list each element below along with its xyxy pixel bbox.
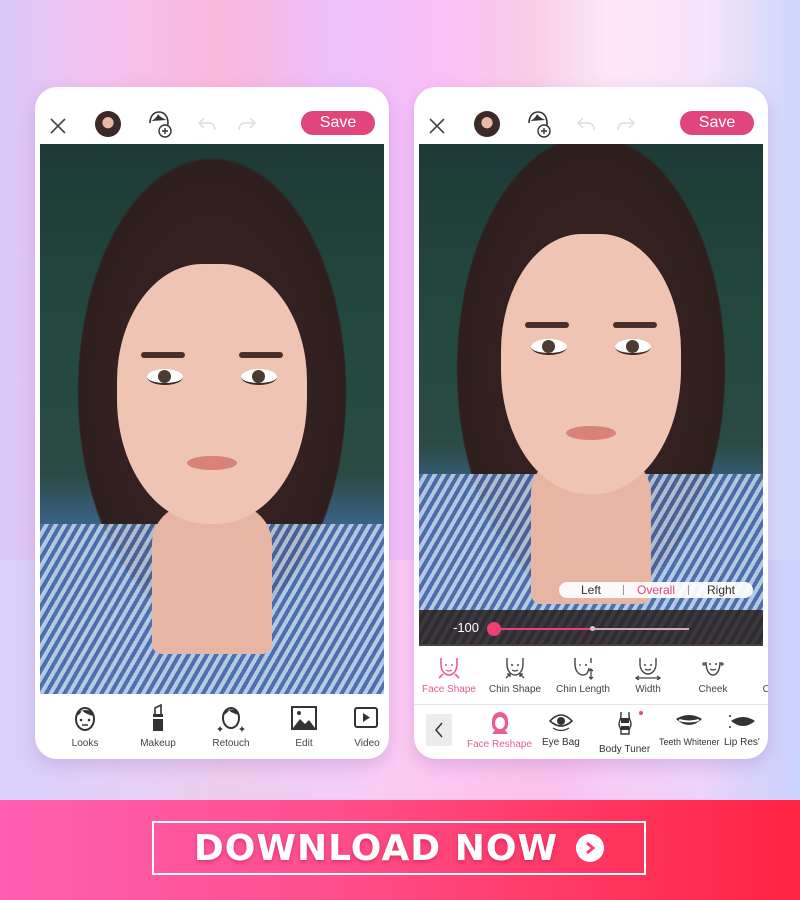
left-eye bbox=[147, 369, 183, 385]
width-icon bbox=[634, 658, 662, 680]
chin-icon bbox=[756, 656, 768, 680]
slider-value: -100 bbox=[453, 620, 480, 635]
redo-icon[interactable] bbox=[235, 113, 259, 135]
intensity-slider-bar: -100 bbox=[419, 610, 763, 646]
cheek-icon bbox=[702, 661, 724, 676]
tool-face-reshape[interactable]: Face Reshape bbox=[467, 711, 532, 750]
side-selector: Left Overall Right bbox=[559, 582, 753, 598]
undo-icon[interactable] bbox=[574, 113, 598, 135]
tool-label: Body Tuner bbox=[599, 744, 651, 755]
lip-reshape-icon bbox=[728, 715, 755, 728]
right-eye bbox=[241, 369, 277, 385]
phone-after: Save Left Overall Right -100 Face Shape bbox=[414, 87, 768, 759]
top-bar: Save bbox=[35, 87, 389, 145]
tool-retouch[interactable]: Retouch bbox=[199, 704, 263, 749]
body-tuner-icon-wrap bbox=[613, 711, 643, 740]
subtool-label: Chin Length bbox=[556, 684, 610, 695]
tool-label: Video bbox=[354, 738, 380, 749]
new-badge-dot bbox=[638, 711, 643, 715]
image-icon bbox=[291, 704, 317, 732]
subtool-label: Ch bbox=[762, 684, 768, 695]
lips bbox=[187, 456, 237, 470]
right-brow bbox=[613, 322, 657, 328]
main-toolbar: Looks Makeup Retouch Edit Video bbox=[35, 694, 389, 759]
body-icon bbox=[617, 712, 632, 735]
segment-overall[interactable]: Overall bbox=[624, 583, 688, 597]
tool-label: Retouch bbox=[212, 738, 250, 749]
tool-label: Eye Bag bbox=[542, 737, 580, 748]
tool-lip-reshape[interactable]: Lip Res' bbox=[724, 711, 760, 748]
slider-track[interactable] bbox=[487, 622, 689, 636]
close-icon[interactable] bbox=[47, 115, 69, 137]
face-shape-icon bbox=[438, 658, 460, 679]
subtool-width[interactable]: Width bbox=[613, 656, 683, 695]
subtool-label: Face Shape bbox=[422, 684, 476, 695]
video-icon bbox=[354, 704, 380, 732]
photo-canvas[interactable] bbox=[419, 144, 763, 644]
left-brow bbox=[141, 352, 185, 358]
subtool-chin-shape[interactable]: Chin Shape bbox=[480, 656, 550, 695]
download-banner: DOWNLOAD NOW bbox=[0, 800, 800, 900]
subtool-chin-partial[interactable]: Ch bbox=[734, 656, 768, 695]
face bbox=[501, 234, 681, 494]
close-icon[interactable] bbox=[426, 115, 448, 137]
beauty-toolbar: Face Reshape Eye Bag Body Tuner Teeth Wh… bbox=[414, 704, 768, 759]
tool-looks[interactable]: Looks bbox=[53, 704, 117, 749]
face-avatar[interactable] bbox=[95, 111, 121, 137]
tool-label: Teeth Whitener bbox=[659, 737, 720, 747]
subtool-label: Chin Shape bbox=[488, 684, 542, 695]
chevron-right-circle-icon bbox=[576, 834, 605, 862]
tool-label: Edit bbox=[295, 738, 313, 749]
download-now-label: DOWNLOAD NOW bbox=[193, 827, 559, 869]
left-brow bbox=[525, 322, 569, 328]
face-reshape-icon bbox=[491, 712, 508, 734]
tool-video[interactable]: Video bbox=[335, 704, 389, 749]
tool-label: Looks bbox=[71, 738, 99, 749]
eye-icon bbox=[548, 714, 574, 732]
subtool-label: Width bbox=[635, 684, 661, 695]
tool-label: Face Reshape bbox=[467, 739, 533, 750]
tool-teeth-whitener[interactable]: Teeth Whitener bbox=[659, 711, 720, 747]
download-now-button[interactable]: DOWNLOAD NOW bbox=[152, 821, 646, 875]
face-shape-tools: Face Shape Chin Shape Chin Length Width … bbox=[414, 646, 768, 704]
looks-face-icon bbox=[72, 704, 98, 732]
save-button[interactable]: Save bbox=[301, 111, 375, 135]
right-eye bbox=[615, 339, 651, 355]
slider-knob[interactable] bbox=[487, 622, 501, 636]
tool-eye-bag[interactable]: Eye Bag bbox=[542, 711, 580, 748]
face bbox=[117, 264, 307, 524]
retouch-face-icon bbox=[217, 704, 245, 732]
lips bbox=[566, 426, 616, 440]
tool-body-tuner[interactable]: Body Tuner bbox=[599, 711, 650, 755]
chin-length-icon bbox=[574, 658, 594, 680]
top-bar: Save bbox=[414, 87, 768, 145]
right-brow bbox=[239, 352, 283, 358]
tool-label: Lip Res' bbox=[724, 737, 760, 748]
subtool-face-shape[interactable]: Face Shape bbox=[414, 656, 484, 695]
chevron-left-icon bbox=[435, 722, 443, 738]
segment-left[interactable]: Left bbox=[559, 583, 623, 597]
add-face-icon[interactable] bbox=[145, 109, 173, 139]
tool-label: Makeup bbox=[140, 738, 176, 749]
phone-before: Save Looks Makeup Retouch Edit Video bbox=[35, 87, 389, 759]
redo-icon[interactable] bbox=[614, 113, 638, 135]
lipstick-icon bbox=[151, 704, 165, 732]
tool-makeup[interactable]: Makeup bbox=[126, 704, 190, 749]
face-avatar[interactable] bbox=[474, 111, 500, 137]
chin-shape-icon bbox=[505, 658, 525, 679]
subtool-label: Cheek bbox=[698, 684, 728, 695]
undo-icon[interactable] bbox=[195, 113, 219, 135]
segment-right[interactable]: Right bbox=[689, 583, 753, 597]
left-eye bbox=[531, 339, 567, 355]
neck bbox=[152, 504, 272, 654]
tool-edit[interactable]: Edit bbox=[272, 704, 336, 749]
save-button[interactable]: Save bbox=[680, 111, 754, 135]
photo-canvas[interactable] bbox=[40, 144, 384, 694]
slider-center-mark bbox=[589, 626, 595, 631]
back-button[interactable] bbox=[426, 714, 452, 746]
lips-icon bbox=[676, 715, 703, 725]
slider-fill bbox=[494, 628, 592, 630]
add-face-icon[interactable] bbox=[524, 109, 552, 139]
subtool-chin-length[interactable]: Chin Length bbox=[548, 656, 618, 695]
